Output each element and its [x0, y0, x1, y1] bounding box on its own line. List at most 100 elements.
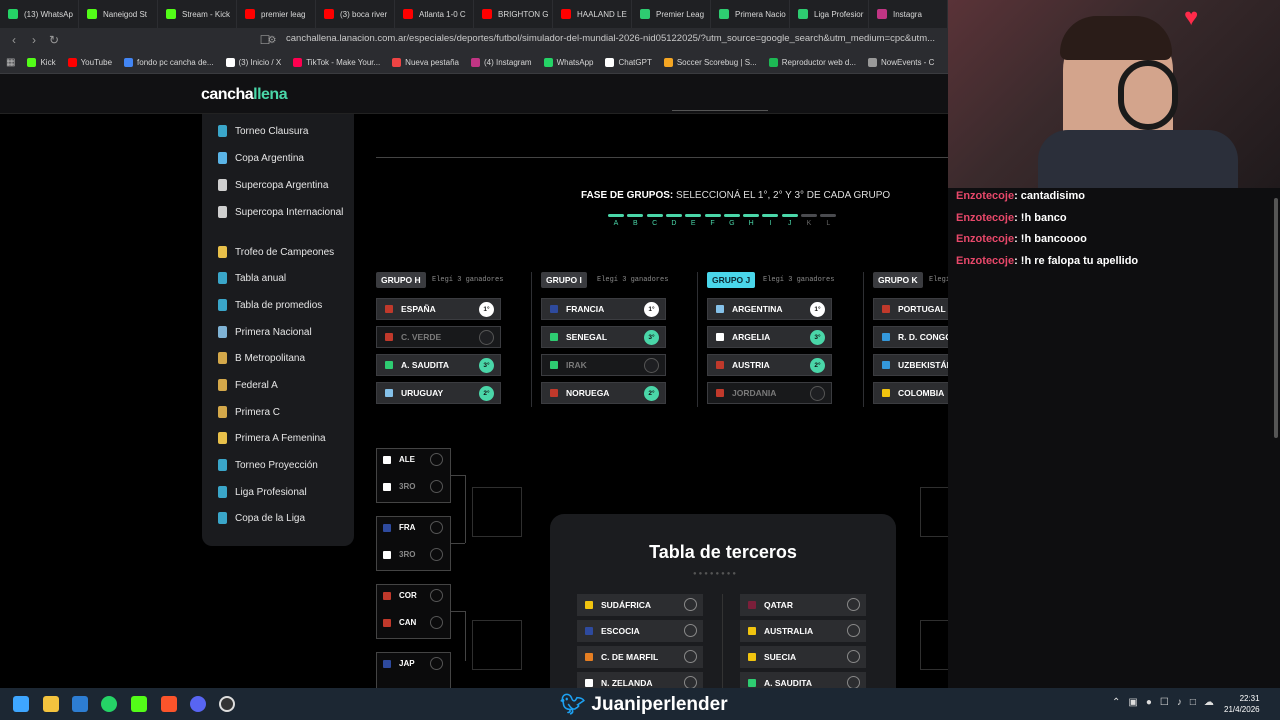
position-pick-button[interactable]: 2°	[644, 386, 659, 401]
browser-tab[interactable]: (13) WhatsAp	[0, 0, 79, 28]
site-info-icon[interactable]: ⚙	[262, 35, 282, 46]
group-team-row[interactable]: ESPAÑA 1°	[376, 298, 501, 320]
browser-tab[interactable]: Instagra	[869, 0, 948, 28]
discord-icon[interactable]	[190, 696, 206, 712]
progress-letter[interactable]: K	[801, 220, 817, 227]
app-icon[interactable]	[72, 696, 88, 712]
sidebar-item[interactable]: Supercopa Argentina	[218, 179, 352, 191]
progress-letter[interactable]: C	[647, 220, 663, 227]
group-team-row[interactable]: URUGUAY 2°	[376, 382, 501, 404]
tercero-row[interactable]: AUSTRALIA	[740, 620, 866, 642]
browser-tab[interactable]: HAALAND LE	[553, 0, 632, 28]
select-radio[interactable]	[684, 650, 697, 663]
back-icon[interactable]: ‹	[4, 33, 24, 47]
bookmark-item[interactable]: Kick	[27, 58, 56, 67]
progress-letter[interactable]: I	[762, 220, 778, 227]
windows-start-icon[interactable]	[13, 696, 29, 712]
sidebar-item[interactable]: Tabla anual	[218, 272, 352, 284]
position-pick-button[interactable]: 1°	[810, 302, 825, 317]
file-explorer-icon[interactable]	[43, 696, 59, 712]
sidebar-item[interactable]: Copa de la Liga	[218, 512, 352, 524]
bookmark-item[interactable]: Nueva pestaña	[392, 58, 459, 67]
progress-letter[interactable]: L	[820, 220, 836, 227]
browser-tab[interactable]: Naneigod St	[79, 0, 158, 28]
sidebar-item[interactable]: Supercopa Internacional	[218, 206, 352, 218]
bracket-team[interactable]: 3RO	[383, 548, 447, 561]
tercero-row[interactable]: SUDÁFRICA	[577, 594, 703, 616]
bookmark-item[interactable]: fondo pc cancha de...	[124, 58, 214, 67]
progress-letter[interactable]: H	[743, 220, 759, 227]
progress-letter[interactable]: A	[608, 220, 624, 227]
sidebar-item[interactable]: Federal A	[218, 379, 352, 391]
group-team-row[interactable]: A. SAUDITA 3°	[376, 354, 501, 376]
browser-tab[interactable]: BRIGHTON G	[474, 0, 553, 28]
select-radio[interactable]	[684, 598, 697, 611]
progress-letter[interactable]: F	[705, 220, 721, 227]
sidebar-item[interactable]: Torneo Clausura	[218, 125, 352, 137]
progress-letter[interactable]: E	[685, 220, 701, 227]
tercero-row[interactable]: QATAR	[740, 594, 866, 616]
group-team-row[interactable]: C. VERDE	[376, 326, 501, 348]
browser-tab[interactable]: premier leag	[237, 0, 316, 28]
sidebar-item[interactable]: B Metropolitana	[218, 352, 352, 364]
bracket-team[interactable]: CAN	[383, 616, 447, 629]
sidebar-item[interactable]: Primera Nacional	[218, 326, 352, 338]
sidebar-item[interactable]: Liga Profesional	[218, 486, 352, 498]
reload-icon[interactable]: ↻	[44, 33, 64, 47]
position-pick-button[interactable]: 2°	[810, 358, 825, 373]
kick-icon[interactable]	[131, 696, 147, 712]
tercero-row[interactable]: C. DE MARFIL	[577, 646, 703, 668]
select-radio[interactable]	[430, 657, 443, 670]
group-team-row[interactable]: ARGELIA 3°	[707, 326, 832, 348]
position-pick-button[interactable]: 3°	[644, 330, 659, 345]
position-pick-button[interactable]: 1°	[479, 302, 494, 317]
tercero-row[interactable]: SUECIA	[740, 646, 866, 668]
position-pick-button[interactable]: 3°	[479, 358, 494, 373]
sidebar-item[interactable]: Tabla de promedios	[218, 299, 352, 311]
browser-tab[interactable]: (3) boca river	[316, 0, 395, 28]
select-radio[interactable]	[847, 624, 860, 637]
select-radio[interactable]	[430, 616, 443, 629]
position-pick-button[interactable]	[644, 358, 659, 373]
position-pick-button[interactable]: 1°	[644, 302, 659, 317]
select-radio[interactable]	[430, 589, 443, 602]
group-team-row[interactable]: NORUEGA 2°	[541, 382, 666, 404]
whatsapp-icon[interactable]	[101, 696, 117, 712]
apps-icon[interactable]: ▦	[6, 57, 15, 68]
select-radio[interactable]	[430, 548, 443, 561]
browser-tab[interactable]: Primera Nacio	[711, 0, 790, 28]
position-pick-button[interactable]	[810, 386, 825, 401]
progress-letter[interactable]: B	[627, 220, 643, 227]
bookmark-item[interactable]: Reproductor web d...	[768, 58, 856, 67]
tercero-row[interactable]: ESCOCIA	[577, 620, 703, 642]
url-field[interactable]: canchallena.lanacion.com.ar/especiales/d…	[286, 33, 946, 44]
brave-icon[interactable]	[161, 696, 177, 712]
progress-letter[interactable]: G	[724, 220, 740, 227]
select-radio[interactable]	[684, 624, 697, 637]
bracket-team[interactable]: JAP	[383, 657, 447, 670]
group-team-row[interactable]: AUSTRIA 2°	[707, 354, 832, 376]
group-team-row[interactable]: JORDANIA	[707, 382, 832, 404]
position-pick-button[interactable]: 3°	[810, 330, 825, 345]
browser-tab[interactable]: Atlanta 1-0 C	[395, 0, 474, 28]
group-team-row[interactable]: FRANCIA 1°	[541, 298, 666, 320]
bookmark-item[interactable]: (3) Inicio / X	[225, 58, 281, 67]
select-radio[interactable]	[847, 598, 860, 611]
sidebar-item[interactable]: Primera C	[218, 406, 352, 418]
obs-icon[interactable]	[219, 696, 235, 712]
site-logo[interactable]: canchallena	[201, 86, 288, 104]
forward-icon[interactable]: ›	[24, 33, 44, 47]
sidebar-item[interactable]: Trofeo de Campeones	[218, 246, 352, 258]
select-radio[interactable]	[430, 480, 443, 493]
group-team-row[interactable]: SENEGAL 3°	[541, 326, 666, 348]
bracket-team[interactable]: FRA	[383, 521, 447, 534]
browser-tab[interactable]: Premier Leag	[632, 0, 711, 28]
bookmark-item[interactable]: TikTok - Make Your...	[293, 58, 380, 67]
group-team-row[interactable]: IRAK	[541, 354, 666, 376]
sidebar-item[interactable]: Copa Argentina	[218, 152, 352, 164]
bookmark-item[interactable]: (4) Instagram	[471, 58, 532, 67]
select-radio[interactable]	[430, 453, 443, 466]
bookmark-item[interactable]: NowEvents - C	[868, 58, 934, 67]
bookmark-item[interactable]: YouTube	[67, 58, 112, 67]
browser-tab[interactable]: Stream - Kick	[158, 0, 237, 28]
